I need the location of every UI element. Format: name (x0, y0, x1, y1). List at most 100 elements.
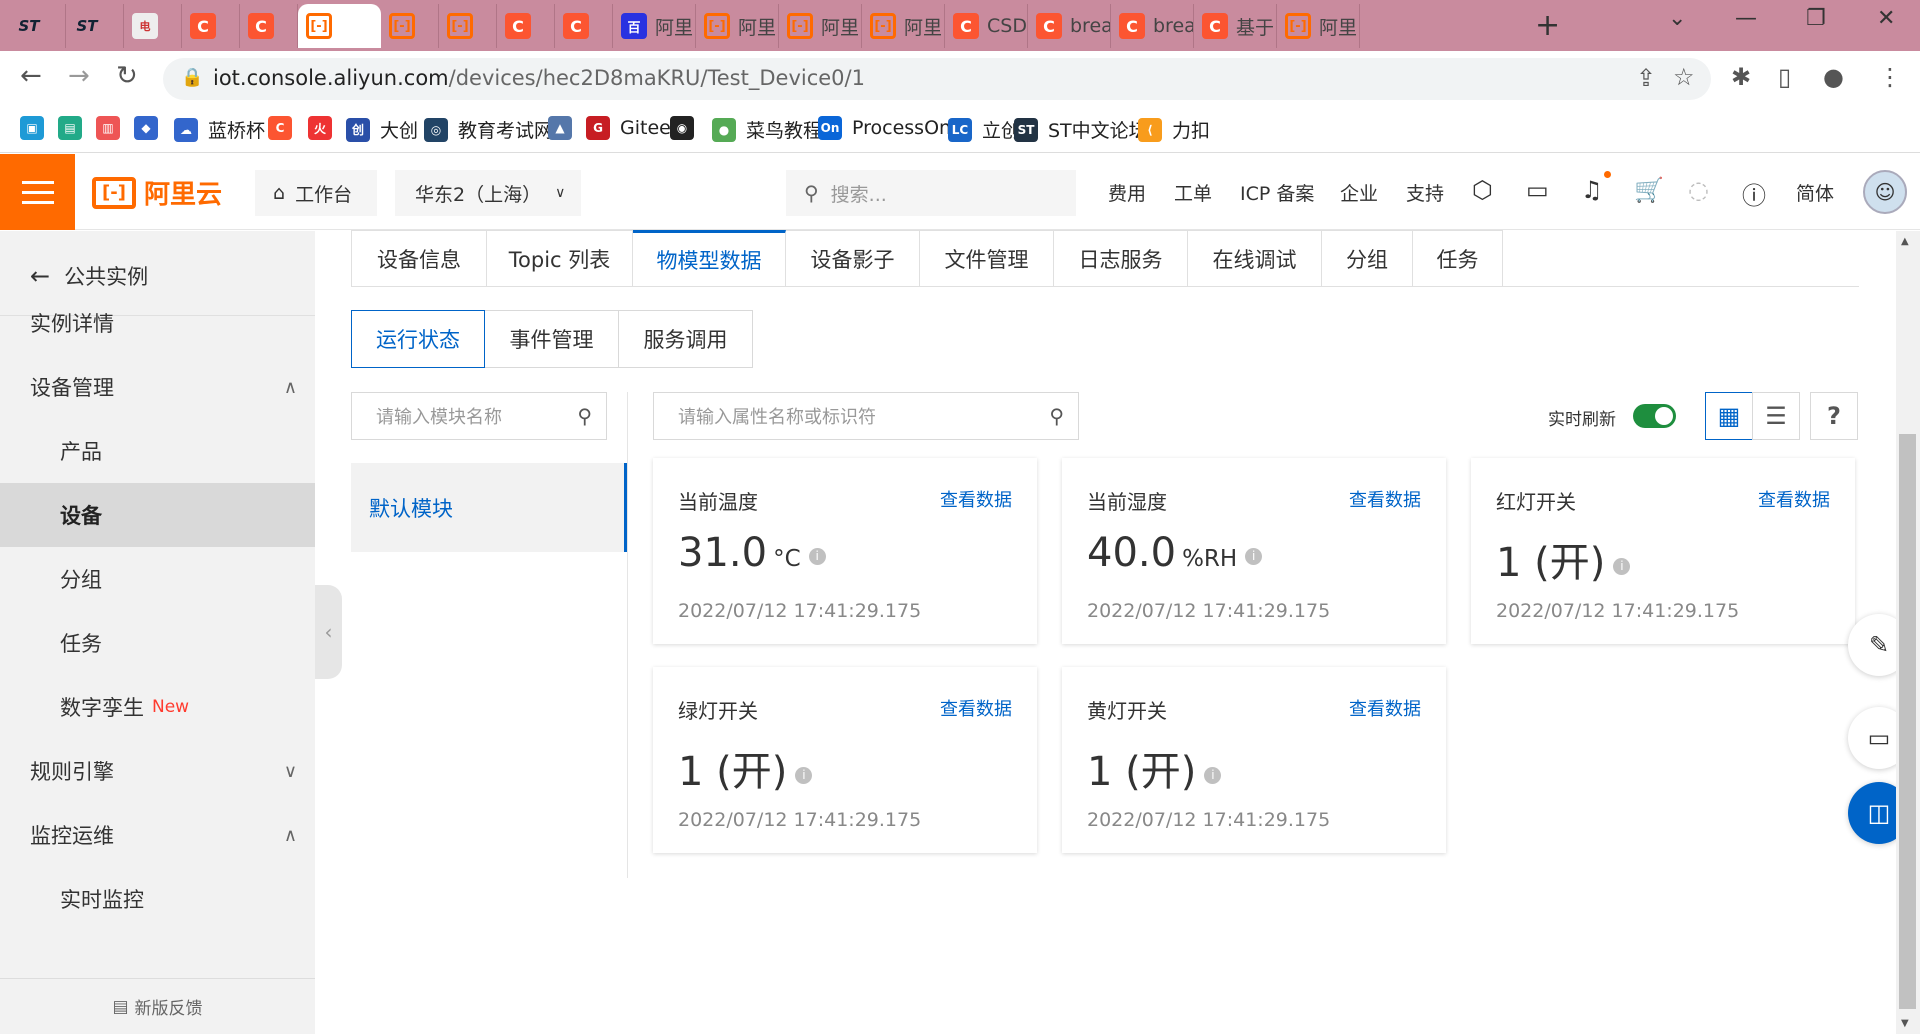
scrollbar-thumb[interactable] (1899, 434, 1916, 1009)
view-data-link[interactable]: 查看数据 (940, 486, 1012, 512)
sidebar-item[interactable]: 产品 (0, 419, 315, 483)
browser-tab[interactable]: C (497, 4, 555, 48)
info-icon[interactable]: i (1245, 547, 1263, 565)
browser-tab[interactable]: C (555, 4, 613, 48)
tab-6[interactable]: 在线调试 (1188, 230, 1322, 287)
sidebar-item[interactable]: 设备 (0, 483, 315, 547)
browser-tab[interactable]: [-] 阿里 (779, 4, 862, 48)
sidebar-item[interactable]: 监控运维 ∧ (0, 803, 315, 867)
global-search-input[interactable]: ⚲ 搜索... (786, 170, 1076, 216)
back-to-instance-link[interactable]: ← 公共实例 (30, 261, 148, 291)
bookmark-item[interactable]: ST ST中文论坛 (1014, 116, 1148, 143)
sidebar-collapse-button[interactable]: ‹ (315, 585, 342, 679)
module-search-input[interactable]: 请输入模块名称 ⚲ (351, 392, 607, 440)
sidebar-item[interactable]: 规则引擎 ∨ (0, 739, 315, 803)
browser-tab[interactable]: 百阿里 (613, 4, 696, 48)
tab-7[interactable]: 分组 (1322, 230, 1413, 287)
tab-3[interactable]: 设备影子 (786, 230, 920, 287)
tab-0[interactable]: 设备信息 (351, 230, 487, 287)
extensions-icon[interactable]: ✱ (1731, 63, 1751, 91)
sidebar-item[interactable]: 分组 (0, 547, 315, 611)
hamburger-menu-button[interactable] (0, 154, 75, 230)
cart-icon[interactable]: 🛒 (1634, 176, 1664, 204)
bookmark-item[interactable]: C (268, 116, 302, 140)
module-item-default[interactable]: 默认模块 (351, 463, 627, 552)
browser-tab[interactable]: C (240, 4, 298, 48)
grid-view-button[interactable]: ▦ (1705, 392, 1753, 440)
bookmark-item[interactable]: 火 (308, 116, 342, 140)
browser-tab[interactable]: [-] (298, 4, 381, 48)
menu-icon[interactable]: ⋮ (1878, 63, 1902, 91)
property-search-input[interactable]: 请输入属性名称或标识符 ⚲ (653, 392, 1079, 440)
subtab-2[interactable]: 服务调用 (619, 310, 753, 368)
info-icon[interactable]: i (808, 547, 826, 565)
bookmark-item[interactable]: ▤ (58, 116, 92, 140)
browser-tab[interactable]: [-] (439, 4, 497, 48)
nav-link-support[interactable]: 支持 (1406, 179, 1444, 206)
tab-2[interactable]: 物模型数据 (633, 230, 786, 287)
bell-icon[interactable]: ♫ (1581, 176, 1603, 204)
view-data-link[interactable]: 查看数据 (1758, 486, 1830, 512)
browser-tab[interactable]: [-] 阿里 (862, 4, 945, 48)
aliyun-logo[interactable]: [-] 阿里云 (92, 174, 222, 211)
subtab-0[interactable]: 运行状态 (351, 310, 485, 368)
language-switch[interactable]: 简体 (1796, 179, 1834, 206)
browser-tab[interactable]: C 基于 (1194, 4, 1277, 48)
browser-tab[interactable]: Cbrea (1111, 4, 1194, 48)
scroll-down-icon[interactable]: ▼ (1901, 1018, 1909, 1029)
close-icon[interactable]: ✕ (1877, 6, 1895, 31)
bookmark-item[interactable]: On ProcessOn (818, 116, 951, 140)
tab-4[interactable]: 文件管理 (920, 230, 1054, 287)
info-icon[interactable]: i (1613, 557, 1631, 575)
minimize-icon[interactable]: — (1735, 6, 1757, 31)
bookmark-item[interactable]: ☁ 蓝桥杯 (174, 116, 265, 143)
bookmark-item[interactable]: ◎ 教育考试网 (424, 116, 553, 143)
restore-icon[interactable]: ❐ (1806, 6, 1826, 31)
subtab-1[interactable]: 事件管理 (485, 310, 619, 368)
sidebar-item[interactable]: 实例详情 (0, 291, 315, 355)
scroll-up-icon[interactable]: ▲ (1901, 236, 1909, 247)
nav-link-icp[interactable]: ICP 备案 (1240, 179, 1314, 206)
browser-tab[interactable]: [-] (381, 4, 439, 48)
help-button[interactable]: ? (1810, 392, 1858, 440)
sidebar-item[interactable]: 任务 (0, 611, 315, 675)
back-icon[interactable]: ← (20, 61, 42, 91)
workbench-button[interactable]: ⌂ 工作台 (255, 170, 377, 216)
tab-8[interactable]: 任务 (1413, 230, 1503, 287)
browser-tab[interactable]: C (182, 4, 240, 48)
profile-icon[interactable]: ● (1823, 63, 1844, 91)
bookmark-item[interactable]: ▣ (20, 116, 54, 140)
reload-icon[interactable]: ↻ (116, 61, 138, 91)
bookmark-item[interactable]: ● 菜鸟教程 (712, 116, 822, 143)
star-icon[interactable]: ☆ (1673, 63, 1695, 91)
list-view-button[interactable]: ☰ (1752, 392, 1800, 440)
bookmark-item[interactable]: 创大创 (346, 116, 418, 143)
nav-link-enterprise[interactable]: 企业 (1340, 179, 1378, 206)
info-icon[interactable]: i (1204, 766, 1222, 784)
sidebar-item[interactable]: 设备管理 ∧ (0, 355, 315, 419)
bookmark-item[interactable]: ⟨ 力扣 (1138, 116, 1210, 143)
region-select[interactable]: 华东2（上海） ∨ (395, 170, 581, 216)
view-data-link[interactable]: 查看数据 (1349, 486, 1421, 512)
forward-icon[interactable]: → (68, 61, 90, 91)
info-icon[interactable]: i (795, 766, 813, 784)
terminal-icon[interactable]: ▭ (1526, 176, 1549, 204)
new-tab-button[interactable]: + (1535, 8, 1560, 43)
browser-tab[interactable]: [-] 阿里 (696, 4, 779, 48)
feedback-button[interactable]: ▤ 新版反馈 (0, 978, 315, 1034)
bookmark-item[interactable]: ◉ (670, 116, 704, 140)
view-data-link[interactable]: 查看数据 (940, 695, 1012, 721)
sidebar-item[interactable]: 数字孪生 New (0, 675, 315, 739)
help-icon[interactable]: ⓘ (1742, 176, 1766, 211)
url-field[interactable]: 🔒 iot.console.aliyun.com/devices/hec2D8m… (163, 58, 1711, 100)
browser-tab[interactable]: 电 (124, 4, 182, 48)
nav-link-tickets[interactable]: 工单 (1174, 179, 1212, 206)
sidepanel-icon[interactable]: ▯ (1778, 63, 1791, 91)
bookmark-item[interactable]: ▲ (548, 116, 582, 140)
sidebar-item[interactable]: 实时监控 (0, 867, 315, 931)
browser-tab[interactable]: Cbrea (1028, 4, 1111, 48)
avatar[interactable]: ☺ (1863, 170, 1907, 214)
api-icon[interactable]: ⬡ (1472, 176, 1493, 204)
bookmark-item[interactable]: LC 立创 (948, 116, 1020, 143)
tab-5[interactable]: 日志服务 (1054, 230, 1188, 287)
